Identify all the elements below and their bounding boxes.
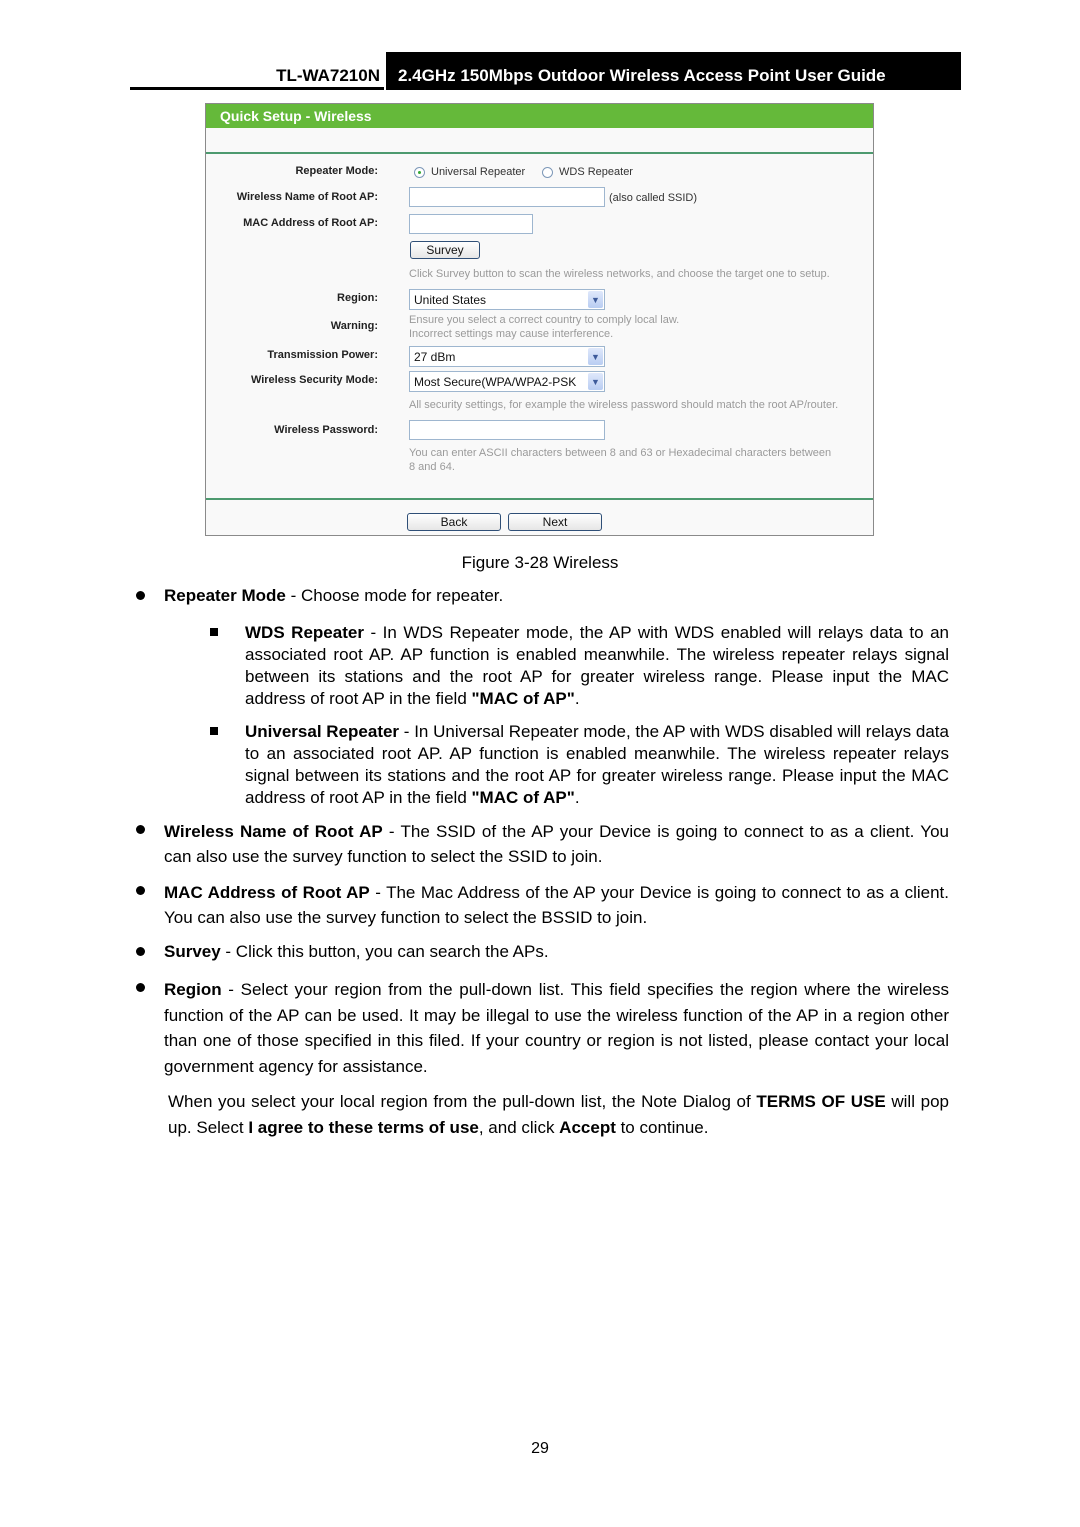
period: . (574, 689, 580, 708)
panel-header: Quick Setup - Wireless (206, 104, 873, 128)
universal-repeater-item: Universal Repeater - In Universal Repeat… (245, 721, 949, 809)
header-separator (384, 52, 386, 90)
warning-line-2: Incorrect settings may cause interferenc… (409, 328, 614, 340)
next-button[interactable]: Next (508, 513, 602, 531)
field-name: "MAC of AP" (471, 689, 575, 708)
repeater-mode-label: Repeater Mode: (295, 165, 378, 177)
page-number: 29 (531, 1440, 549, 1457)
wireless-password-label: Wireless Password: (274, 424, 378, 436)
chevron-down-icon[interactable]: ▼ (588, 291, 603, 308)
figure-caption: Figure 3-28 Wireless (461, 553, 619, 572)
wireless-name-input[interactable] (409, 187, 605, 207)
mac-address-label: MAC Address of Root AP: (243, 217, 378, 229)
survey-button[interactable]: Survey (410, 241, 480, 259)
back-button[interactable]: Back (407, 513, 501, 531)
square-bullet-icon (210, 628, 218, 636)
accept-term: Accept (559, 1117, 616, 1137)
description: - Select your region from the pull-down … (164, 980, 949, 1076)
term: WDS Repeater (245, 623, 364, 642)
wireless-password-input[interactable] (409, 420, 605, 440)
wds-repeater-label: WDS Repeater (559, 166, 633, 178)
region-select[interactable]: United States ▼ (409, 289, 605, 310)
survey-item: Survey - Click this button, you can sear… (164, 941, 949, 963)
security-mode-value: Most Secure(WPA/WPA2-PSK (414, 375, 577, 389)
term: Survey (164, 942, 221, 961)
repeater-mode-item: Repeater Mode - Choose mode for repeater… (164, 585, 949, 607)
wds-repeater-radio[interactable] (542, 167, 553, 178)
header-model: TL-WA7210N (276, 66, 380, 85)
security-mode-label: Wireless Security Mode: (250, 374, 378, 386)
term: Repeater Mode (164, 586, 286, 605)
region-note: When you select your local region from t… (168, 1089, 949, 1140)
survey-hint: Click Survey button to scan the wireless… (409, 268, 830, 280)
term: Region (164, 980, 222, 999)
bullet-icon (136, 886, 145, 895)
security-hint: All security settings, for example the w… (409, 399, 839, 411)
bullet-icon (136, 591, 145, 600)
mac-address-item: MAC Address of Root AP - The Mac Address… (164, 880, 949, 930)
chevron-down-icon[interactable]: ▼ (588, 348, 603, 365)
terms-of-use: TERMS OF USE (756, 1092, 886, 1111)
ssid-note: (also called SSID) (609, 192, 698, 204)
warning-line-1: Ensure you select a correct country to c… (409, 314, 680, 326)
warning-label: Warning: (330, 320, 378, 332)
universal-repeater-label: Universal Repeater (431, 166, 526, 178)
term: Wireless Name of Root AP (164, 822, 383, 841)
bullet-icon (136, 825, 145, 834)
description: - Click this button, you can search the … (220, 942, 549, 961)
panel-top-rule (206, 152, 873, 154)
quick-setup-wireless-panel: Quick Setup - Wireless Repeater Mode: Un… (205, 103, 874, 536)
region-item: Region - Select your region from the pul… (164, 977, 949, 1079)
bullet-icon (136, 947, 145, 956)
agree-option: I agree to these terms of use (248, 1117, 479, 1137)
bullet-icon (136, 983, 145, 992)
term: Universal Repeater (245, 722, 400, 741)
chevron-down-icon[interactable]: ▼ (588, 373, 603, 390)
note-text: When you select your local region from t… (168, 1092, 757, 1111)
wireless-name-label: Wireless Name of Root AP: (236, 191, 378, 203)
password-hint-2: 8 and 64. (409, 461, 455, 473)
mac-address-input[interactable] (409, 214, 533, 234)
region-label: Region: (337, 292, 378, 304)
description: - Choose mode for repeater. (285, 586, 504, 605)
page-header: TL-WA7210N 2.4GHz 150Mbps Outdoor Wirele… (130, 52, 961, 90)
region-value: United States (414, 293, 487, 307)
panel-title: Quick Setup - Wireless (220, 108, 372, 124)
transmission-power-value: 27 dBm (414, 350, 456, 364)
header-title: 2.4GHz 150Mbps Outdoor Wireless Access P… (398, 66, 886, 85)
panel-bottom-rule (206, 498, 873, 500)
transmission-power-select[interactable]: 27 dBm ▼ (409, 346, 605, 367)
wireless-name-item: Wireless Name of Root AP - The SSID of t… (164, 819, 949, 869)
note-text: to continue. (615, 1117, 709, 1137)
square-bullet-icon (210, 727, 218, 735)
period: . (574, 788, 580, 807)
security-mode-select[interactable]: Most Secure(WPA/WPA2-PSK ▼ (409, 371, 605, 392)
password-hint-1: You can enter ASCII characters between 8… (409, 447, 832, 459)
transmission-power-label: Transmission Power: (267, 349, 378, 361)
note-text: , and click (478, 1117, 560, 1137)
field-name: "MAC of AP" (471, 788, 575, 807)
wds-repeater-item: WDS Repeater - In WDS Repeater mode, the… (245, 622, 949, 710)
term: MAC Address of Root AP (164, 883, 370, 902)
universal-repeater-radio[interactable] (414, 167, 425, 178)
